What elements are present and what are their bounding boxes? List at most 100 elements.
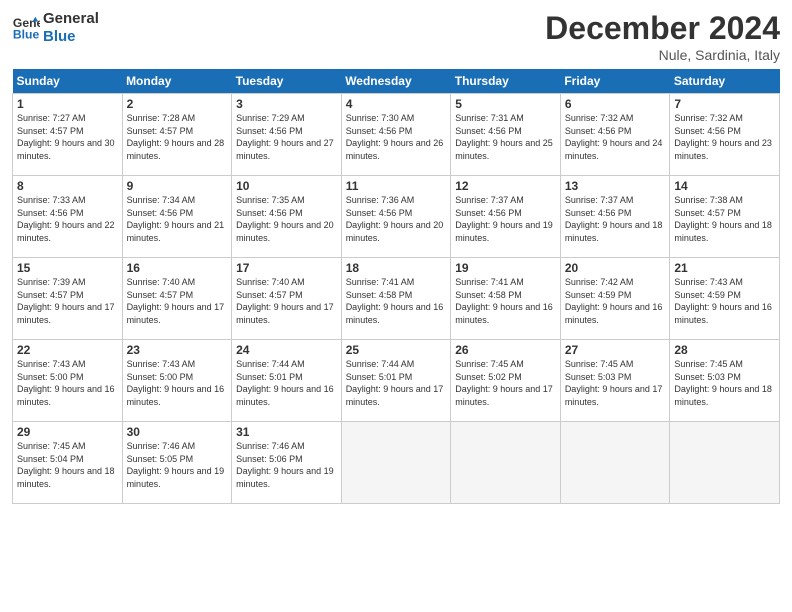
day-info: Sunrise: 7:43 AMSunset: 5:00 PMDaylight:… [127,358,228,408]
calendar-cell: 15Sunrise: 7:39 AMSunset: 4:57 PMDayligh… [13,258,123,340]
day-info: Sunrise: 7:29 AMSunset: 4:56 PMDaylight:… [236,112,337,162]
day-number: 3 [236,97,337,111]
title-block: December 2024 Nule, Sardinia, Italy [545,10,780,63]
day-number: 1 [17,97,118,111]
calendar-cell: 14Sunrise: 7:38 AMSunset: 4:57 PMDayligh… [670,176,780,258]
day-info: Sunrise: 7:31 AMSunset: 4:56 PMDaylight:… [455,112,556,162]
day-info: Sunrise: 7:32 AMSunset: 4:56 PMDaylight:… [674,112,775,162]
col-tuesday: Tuesday [232,69,342,94]
day-number: 9 [127,179,228,193]
day-number: 2 [127,97,228,111]
day-info: Sunrise: 7:35 AMSunset: 4:56 PMDaylight:… [236,194,337,244]
calendar-cell: 24Sunrise: 7:44 AMSunset: 5:01 PMDayligh… [232,340,342,422]
calendar-week-2: 8Sunrise: 7:33 AMSunset: 4:56 PMDaylight… [13,176,780,258]
day-number: 14 [674,179,775,193]
calendar-cell: 21Sunrise: 7:43 AMSunset: 4:59 PMDayligh… [670,258,780,340]
day-info: Sunrise: 7:44 AMSunset: 5:01 PMDaylight:… [346,358,447,408]
day-info: Sunrise: 7:42 AMSunset: 4:59 PMDaylight:… [565,276,666,326]
day-info: Sunrise: 7:45 AMSunset: 5:03 PMDaylight:… [674,358,775,408]
day-info: Sunrise: 7:41 AMSunset: 4:58 PMDaylight:… [455,276,556,326]
logo-line2: Blue [43,28,99,46]
calendar-cell [560,422,670,504]
calendar-cell: 28Sunrise: 7:45 AMSunset: 5:03 PMDayligh… [670,340,780,422]
day-info: Sunrise: 7:43 AMSunset: 4:59 PMDaylight:… [674,276,775,326]
day-info: Sunrise: 7:45 AMSunset: 5:04 PMDaylight:… [17,440,118,490]
calendar-week-4: 22Sunrise: 7:43 AMSunset: 5:00 PMDayligh… [13,340,780,422]
day-info: Sunrise: 7:37 AMSunset: 4:56 PMDaylight:… [565,194,666,244]
calendar-cell: 29Sunrise: 7:45 AMSunset: 5:04 PMDayligh… [13,422,123,504]
day-number: 7 [674,97,775,111]
calendar-cell: 10Sunrise: 7:35 AMSunset: 4:56 PMDayligh… [232,176,342,258]
day-info: Sunrise: 7:32 AMSunset: 4:56 PMDaylight:… [565,112,666,162]
day-info: Sunrise: 7:45 AMSunset: 5:02 PMDaylight:… [455,358,556,408]
day-number: 17 [236,261,337,275]
calendar-week-5: 29Sunrise: 7:45 AMSunset: 5:04 PMDayligh… [13,422,780,504]
page-container: General Blue General Blue December 2024 … [0,0,792,512]
calendar-cell: 18Sunrise: 7:41 AMSunset: 4:58 PMDayligh… [341,258,451,340]
calendar-cell: 26Sunrise: 7:45 AMSunset: 5:02 PMDayligh… [451,340,561,422]
calendar-cell: 8Sunrise: 7:33 AMSunset: 4:56 PMDaylight… [13,176,123,258]
day-info: Sunrise: 7:39 AMSunset: 4:57 PMDaylight:… [17,276,118,326]
day-info: Sunrise: 7:37 AMSunset: 4:56 PMDaylight:… [455,194,556,244]
calendar-cell: 11Sunrise: 7:36 AMSunset: 4:56 PMDayligh… [341,176,451,258]
calendar-cell: 9Sunrise: 7:34 AMSunset: 4:56 PMDaylight… [122,176,232,258]
logo-icon: General Blue [12,14,40,42]
day-info: Sunrise: 7:43 AMSunset: 5:00 PMDaylight:… [17,358,118,408]
calendar-cell: 25Sunrise: 7:44 AMSunset: 5:01 PMDayligh… [341,340,451,422]
header-row: General Blue General Blue December 2024 … [12,10,780,63]
day-number: 26 [455,343,556,357]
day-number: 4 [346,97,447,111]
calendar-cell [341,422,451,504]
day-number: 30 [127,425,228,439]
day-info: Sunrise: 7:27 AMSunset: 4:57 PMDaylight:… [17,112,118,162]
day-number: 28 [674,343,775,357]
day-number: 8 [17,179,118,193]
day-number: 19 [455,261,556,275]
calendar-cell: 2Sunrise: 7:28 AMSunset: 4:57 PMDaylight… [122,94,232,176]
day-number: 23 [127,343,228,357]
day-info: Sunrise: 7:36 AMSunset: 4:56 PMDaylight:… [346,194,447,244]
day-info: Sunrise: 7:33 AMSunset: 4:56 PMDaylight:… [17,194,118,244]
calendar-cell: 22Sunrise: 7:43 AMSunset: 5:00 PMDayligh… [13,340,123,422]
day-number: 15 [17,261,118,275]
calendar-cell: 12Sunrise: 7:37 AMSunset: 4:56 PMDayligh… [451,176,561,258]
day-info: Sunrise: 7:30 AMSunset: 4:56 PMDaylight:… [346,112,447,162]
day-number: 22 [17,343,118,357]
day-number: 18 [346,261,447,275]
calendar-cell: 30Sunrise: 7:46 AMSunset: 5:05 PMDayligh… [122,422,232,504]
col-sunday: Sunday [13,69,123,94]
calendar-cell: 27Sunrise: 7:45 AMSunset: 5:03 PMDayligh… [560,340,670,422]
calendar-cell: 4Sunrise: 7:30 AMSunset: 4:56 PMDaylight… [341,94,451,176]
day-number: 24 [236,343,337,357]
col-saturday: Saturday [670,69,780,94]
day-info: Sunrise: 7:38 AMSunset: 4:57 PMDaylight:… [674,194,775,244]
calendar-cell: 17Sunrise: 7:40 AMSunset: 4:57 PMDayligh… [232,258,342,340]
day-info: Sunrise: 7:41 AMSunset: 4:58 PMDaylight:… [346,276,447,326]
day-number: 13 [565,179,666,193]
day-info: Sunrise: 7:40 AMSunset: 4:57 PMDaylight:… [127,276,228,326]
day-number: 11 [346,179,447,193]
day-number: 12 [455,179,556,193]
calendar-cell: 31Sunrise: 7:46 AMSunset: 5:06 PMDayligh… [232,422,342,504]
logo-line1: General [43,10,99,28]
col-thursday: Thursday [451,69,561,94]
logo: General Blue General Blue [12,10,99,46]
day-number: 25 [346,343,447,357]
svg-text:Blue: Blue [13,27,40,41]
day-info: Sunrise: 7:45 AMSunset: 5:03 PMDaylight:… [565,358,666,408]
col-monday: Monday [122,69,232,94]
calendar-cell: 3Sunrise: 7:29 AMSunset: 4:56 PMDaylight… [232,94,342,176]
day-number: 16 [127,261,228,275]
day-info: Sunrise: 7:34 AMSunset: 4:56 PMDaylight:… [127,194,228,244]
day-number: 20 [565,261,666,275]
calendar-cell: 7Sunrise: 7:32 AMSunset: 4:56 PMDaylight… [670,94,780,176]
day-number: 6 [565,97,666,111]
day-info: Sunrise: 7:28 AMSunset: 4:57 PMDaylight:… [127,112,228,162]
calendar-cell: 13Sunrise: 7:37 AMSunset: 4:56 PMDayligh… [560,176,670,258]
day-number: 29 [17,425,118,439]
calendar-cell: 20Sunrise: 7:42 AMSunset: 4:59 PMDayligh… [560,258,670,340]
calendar-table: Sunday Monday Tuesday Wednesday Thursday… [12,69,780,504]
calendar-cell: 5Sunrise: 7:31 AMSunset: 4:56 PMDaylight… [451,94,561,176]
col-wednesday: Wednesday [341,69,451,94]
day-number: 10 [236,179,337,193]
